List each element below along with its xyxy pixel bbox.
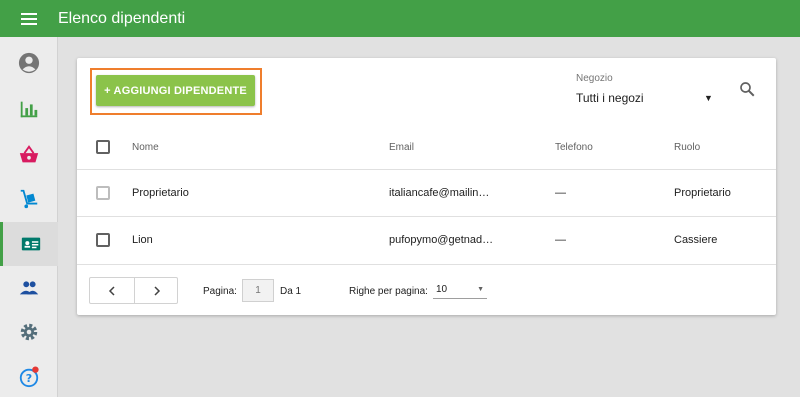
employee-role: Proprietario xyxy=(674,187,731,199)
page-total: Da 1 xyxy=(280,286,302,297)
notification-dot xyxy=(32,366,39,373)
menu-button[interactable] xyxy=(0,0,58,37)
basket-icon xyxy=(19,145,39,163)
rows-per-page-value: 10 xyxy=(436,284,448,295)
row-checkbox[interactable] xyxy=(96,233,110,247)
employees-card: + AGGIUNGI DIPENDENTE Negozio Tutti i ne… xyxy=(77,58,776,315)
gear-icon xyxy=(20,323,38,341)
id-card-icon xyxy=(21,237,40,251)
top-app-bar: Elenco dipendenti xyxy=(0,0,800,37)
sidebar: ? xyxy=(0,37,58,397)
svg-text:?: ? xyxy=(26,372,32,385)
chevron-left-icon xyxy=(108,285,115,296)
sidebar-item-customers[interactable] xyxy=(0,266,58,310)
rows-per-page-label: Righe per pagina: xyxy=(349,286,428,297)
sidebar-item-settings[interactable] xyxy=(0,310,58,354)
sidebar-item-account[interactable] xyxy=(0,41,58,85)
employee-phone: — xyxy=(555,187,566,199)
employee-email: pufopymo@getnad… xyxy=(389,234,494,246)
divider xyxy=(77,216,776,217)
divider xyxy=(77,169,776,170)
help-icon: ? xyxy=(19,366,39,388)
rows-per-page-select[interactable]: 10 ▼ xyxy=(433,281,487,299)
employee-name: Proprietario xyxy=(132,187,189,199)
next-page-button[interactable] xyxy=(135,278,179,303)
dropdown-arrow-icon[interactable]: ▼ xyxy=(704,93,713,103)
sidebar-item-help[interactable]: ? xyxy=(0,355,58,397)
store-filter-label: Negozio xyxy=(576,73,613,84)
hamburger-menu-icon xyxy=(21,12,37,25)
previous-page-button[interactable] xyxy=(90,278,134,303)
column-header-name[interactable]: Nome xyxy=(132,142,159,153)
page-label: Pagina: xyxy=(203,286,237,297)
hand-truck-icon xyxy=(20,189,38,209)
employee-phone: — xyxy=(555,234,566,246)
sidebar-item-sales[interactable] xyxy=(0,133,58,177)
divider xyxy=(77,264,776,265)
pager-controls xyxy=(89,277,178,304)
row-checkbox[interactable] xyxy=(96,186,110,200)
sidebar-item-reports[interactable] xyxy=(0,87,58,131)
account-circle-icon xyxy=(18,52,40,74)
column-header-phone[interactable]: Telefono xyxy=(555,142,593,153)
search-icon[interactable] xyxy=(738,80,756,98)
page-number-input[interactable]: 1 xyxy=(242,279,274,302)
page-title: Elenco dipendenti xyxy=(58,9,186,27)
chevron-right-icon xyxy=(154,285,161,296)
column-header-email[interactable]: Email xyxy=(389,142,414,153)
sidebar-item-inventory[interactable] xyxy=(0,177,58,221)
select-all-checkbox[interactable] xyxy=(96,140,110,154)
store-filter-select[interactable]: Tutti i negozi xyxy=(576,91,644,105)
employee-role: Cassiere xyxy=(674,234,718,246)
add-employee-button[interactable]: + AGGIUNGI DIPENDENTE xyxy=(96,75,255,106)
column-header-role[interactable]: Ruolo xyxy=(674,142,700,153)
employee-email: italiancafe@mailin… xyxy=(389,187,490,199)
dropdown-arrow-icon: ▼ xyxy=(477,286,484,293)
people-icon xyxy=(19,281,39,295)
employee-name: Lion xyxy=(132,234,153,246)
sidebar-item-employees[interactable] xyxy=(0,222,58,266)
bar-chart-icon xyxy=(20,101,38,118)
